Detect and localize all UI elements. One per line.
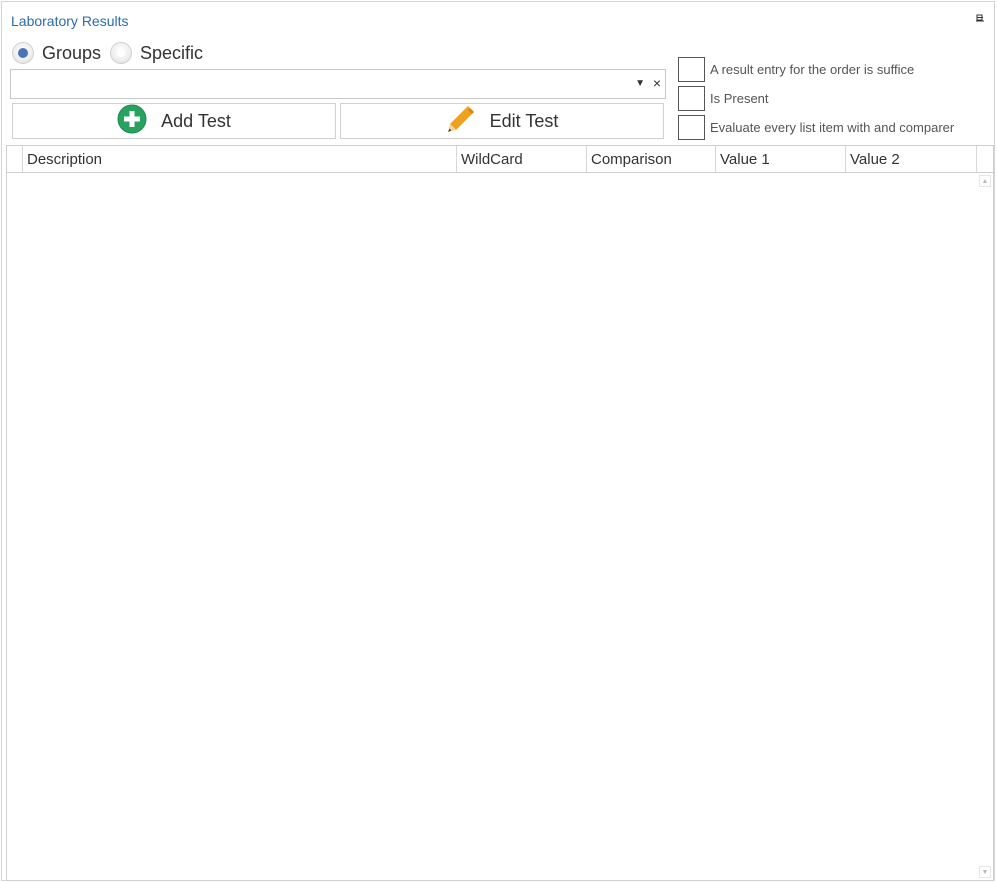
radio-selected-icon — [12, 42, 34, 64]
scroll-down-icon[interactable]: ▼ — [979, 866, 991, 878]
radio-unselected-icon — [110, 42, 132, 64]
checkbox-label: A result entry for the order is suffice — [710, 61, 915, 77]
grid-header: Description WildCard Comparison Value 1 … — [7, 146, 993, 173]
checkbox-label: Evaluate every list item with and compar… — [710, 119, 955, 135]
panel-title: Laboratory Results — [11, 13, 129, 29]
plus-circle-icon — [117, 104, 147, 139]
checkbox-evaluate-every-item[interactable]: Evaluate every list item with and compar… — [678, 114, 954, 140]
checkbox-box[interactable] — [678, 114, 705, 140]
edit-test-label: Edit Test — [489, 110, 559, 131]
test-selector-combobox[interactable]: ▼ × — [10, 69, 666, 99]
radio-groups[interactable]: Groups — [12, 40, 101, 66]
checkbox-is-present[interactable]: Is Present — [678, 85, 769, 111]
pencil-icon — [446, 104, 476, 139]
scroll-up-icon[interactable]: ▲ — [979, 175, 991, 187]
column-header-value-1[interactable]: Value 1 — [716, 146, 846, 172]
close-icon[interactable]: × — [653, 75, 661, 91]
column-header-description[interactable]: Description — [23, 146, 457, 172]
column-header-comparison[interactable]: Comparison — [587, 146, 716, 172]
add-test-label: Add Test — [161, 110, 231, 131]
chevron-down-icon[interactable]: ▼ — [635, 78, 645, 89]
column-header-wildcard[interactable]: WildCard — [457, 146, 587, 172]
checkbox-box[interactable] — [678, 56, 705, 82]
checkbox-box[interactable] — [678, 85, 705, 111]
column-header-value-2[interactable]: Value 2 — [846, 146, 977, 172]
add-test-button[interactable]: Add Test — [12, 103, 336, 139]
column-header-filler — [977, 146, 993, 172]
checkbox-result-entry-suffice[interactable]: A result entry for the order is suffice — [678, 56, 914, 82]
edit-test-button[interactable]: Edit Test — [340, 103, 664, 139]
radio-specific-label: Specific — [140, 42, 204, 63]
tests-grid[interactable]: Description WildCard Comparison Value 1 … — [6, 145, 994, 881]
pin-icon[interactable] — [976, 14, 985, 23]
radio-groups-label: Groups — [42, 42, 102, 63]
row-indicator-header — [7, 146, 23, 172]
radio-specific[interactable]: Specific — [110, 40, 203, 66]
checkbox-label: Is Present — [710, 90, 769, 106]
